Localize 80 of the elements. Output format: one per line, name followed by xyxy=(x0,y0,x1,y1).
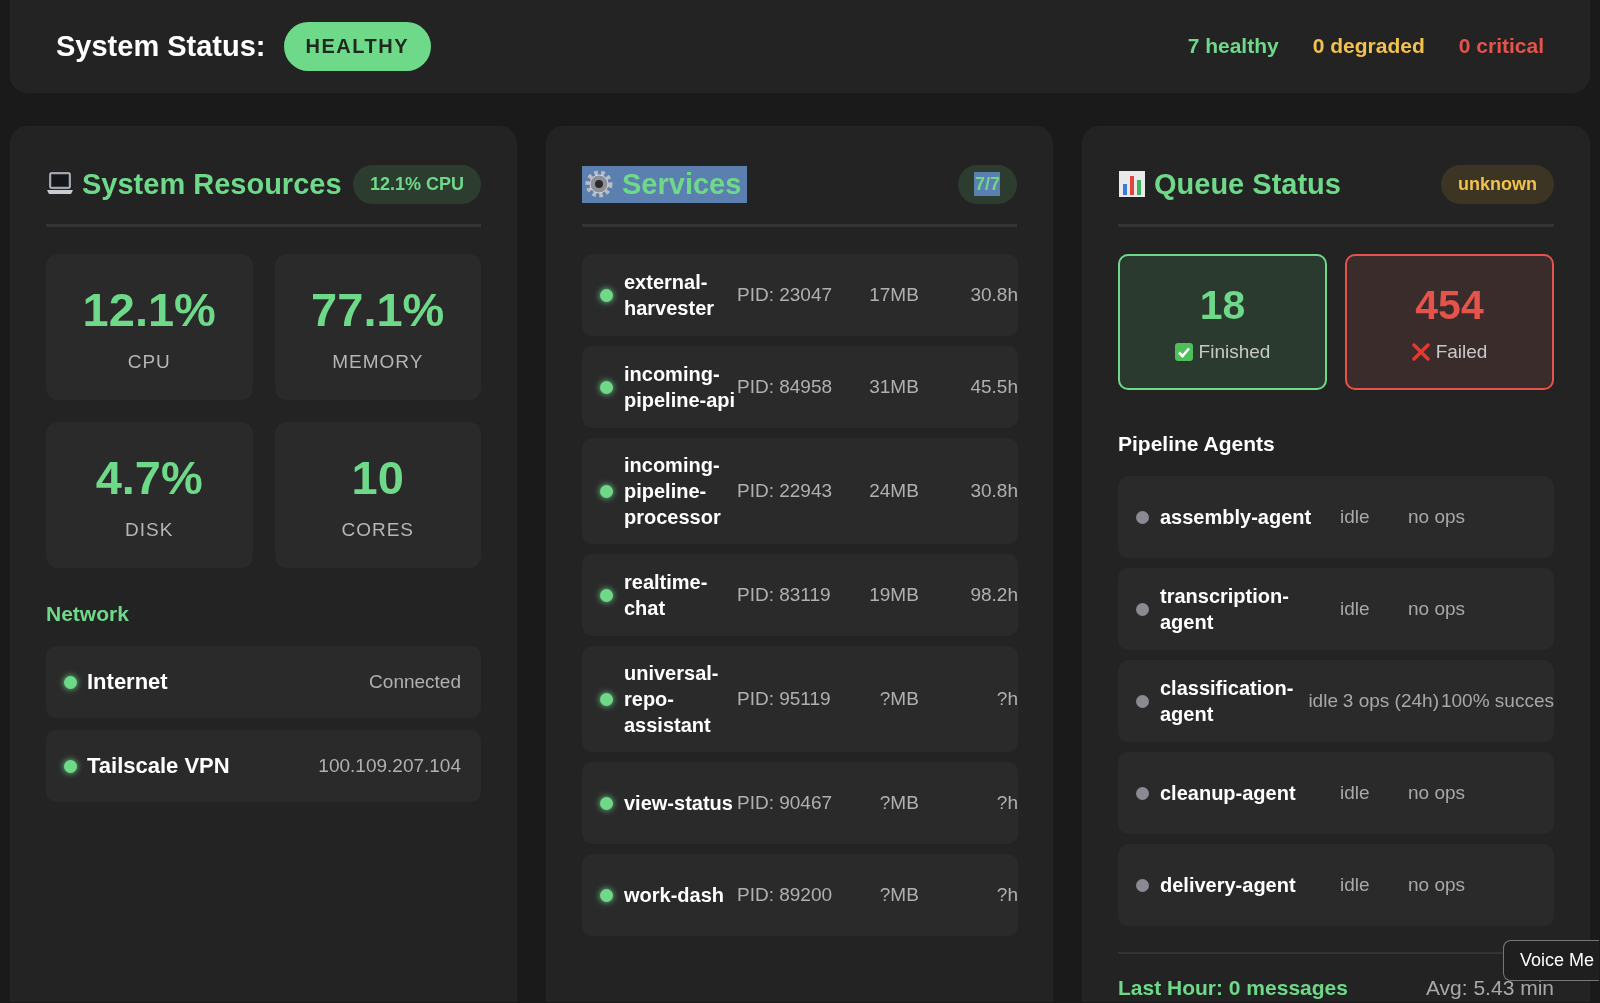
network-name: Tailscale VPN xyxy=(87,753,230,779)
tile-label: Finished xyxy=(1198,340,1271,363)
network-value: Connected xyxy=(369,671,461,693)
service-uptime: 45.5h xyxy=(969,376,1018,398)
section-title: Network xyxy=(46,602,130,626)
agent-name: classification-agent xyxy=(1160,676,1294,727)
service-pid: PID: 22943 xyxy=(736,480,834,502)
service-uptime: ?h xyxy=(995,688,1018,710)
service-pid: PID: 90467 xyxy=(736,792,834,814)
service-memory: ?MB xyxy=(878,688,919,710)
metric-value: 77.1% xyxy=(311,281,445,337)
tooltip: Voice Me xyxy=(1503,940,1599,981)
tile-value: 18 xyxy=(1199,281,1246,329)
service-pid: PID: 23047 xyxy=(736,284,834,306)
service-pid: PID: 83119 xyxy=(736,584,832,606)
cpu-badge: 12.1% CPU xyxy=(352,164,481,204)
metric-value: 10 xyxy=(351,449,404,505)
agent-name: cleanup-agent xyxy=(1160,781,1297,806)
agent-ops: 3 ops (24h) xyxy=(1342,690,1439,712)
service-memory: 31MB xyxy=(868,376,919,398)
service-pid: PID: 84958 xyxy=(736,376,834,398)
metric-label: MEMORY xyxy=(332,350,424,373)
service-memory: 17MB xyxy=(868,284,919,306)
service-uptime: ?h xyxy=(995,792,1018,814)
service-name: external-harvester xyxy=(624,270,716,321)
agent-state: idle xyxy=(1340,598,1371,620)
agent-state: idle xyxy=(1308,690,1339,712)
panel-title: System Resources xyxy=(82,166,342,202)
gear-icon xyxy=(584,169,614,199)
agent-ops: no ops xyxy=(1408,506,1466,528)
agent-state: idle xyxy=(1340,874,1371,896)
status-count: 0 degraded xyxy=(1312,34,1425,58)
service-memory: 24MB xyxy=(868,480,919,502)
cross-icon xyxy=(1411,342,1430,361)
tile-label: Failed xyxy=(1435,340,1488,363)
status-count: 0 critical xyxy=(1458,34,1544,58)
check-icon xyxy=(1174,342,1193,361)
section-title: Pipeline Agents xyxy=(1118,432,1276,456)
service-pid: PID: 95119 xyxy=(736,688,832,710)
metric-value: 12.1% xyxy=(82,281,216,337)
service-uptime: 30.8h xyxy=(969,480,1018,502)
metric-value: 4.7% xyxy=(95,449,203,505)
bar-chart-icon xyxy=(1118,170,1146,198)
services-badge: 7/7 xyxy=(957,164,1017,204)
service-memory: 19MB xyxy=(868,584,919,606)
service-memory: ?MB xyxy=(878,884,919,906)
agent-state: idle xyxy=(1340,782,1371,804)
agent-name: transcription-agent xyxy=(1160,584,1290,635)
service-uptime: ?h xyxy=(995,884,1018,906)
panel-title: Services xyxy=(622,166,742,202)
status-badge: HEALTHY xyxy=(283,21,431,71)
agent-state: idle xyxy=(1340,506,1371,528)
network-value: 100.109.207.104 xyxy=(318,755,461,777)
service-name: view-status xyxy=(624,791,734,816)
agent-name: assembly-agent xyxy=(1160,505,1313,530)
metric-label: CORES xyxy=(341,518,415,541)
laptop-icon xyxy=(46,171,74,197)
service-memory: ?MB xyxy=(878,792,919,814)
status-count: 7 healthy xyxy=(1187,34,1279,58)
status-title: System Status: xyxy=(56,29,266,63)
service-pid: PID: 89200 xyxy=(736,884,834,906)
agent-success-rate: 100% succes xyxy=(1441,690,1554,712)
agent-ops: no ops xyxy=(1408,782,1466,804)
service-uptime: 98.2h xyxy=(969,584,1018,606)
service-name: incoming-pipeline-processor xyxy=(624,453,722,530)
metric-label: CPU xyxy=(127,350,171,373)
last-hour-count: Last Hour: 0 messages xyxy=(1118,976,1348,1000)
panel-title: Queue Status xyxy=(1154,166,1341,202)
service-name: incoming-pipeline-api xyxy=(624,362,737,413)
agent-ops: no ops xyxy=(1408,874,1466,896)
service-name: realtime-chat xyxy=(624,570,709,621)
service-name: work-dash xyxy=(624,883,726,908)
tile-value: 454 xyxy=(1415,281,1484,329)
agent-name: delivery-agent xyxy=(1160,873,1297,898)
queue-badge: unknown xyxy=(1441,164,1554,204)
metric-label: DISK xyxy=(125,518,174,541)
network-name: Internet xyxy=(87,669,168,695)
service-name: universal-repo-assistant xyxy=(624,661,720,738)
agent-ops: no ops xyxy=(1408,598,1466,620)
service-uptime: 30.8h xyxy=(969,284,1018,306)
